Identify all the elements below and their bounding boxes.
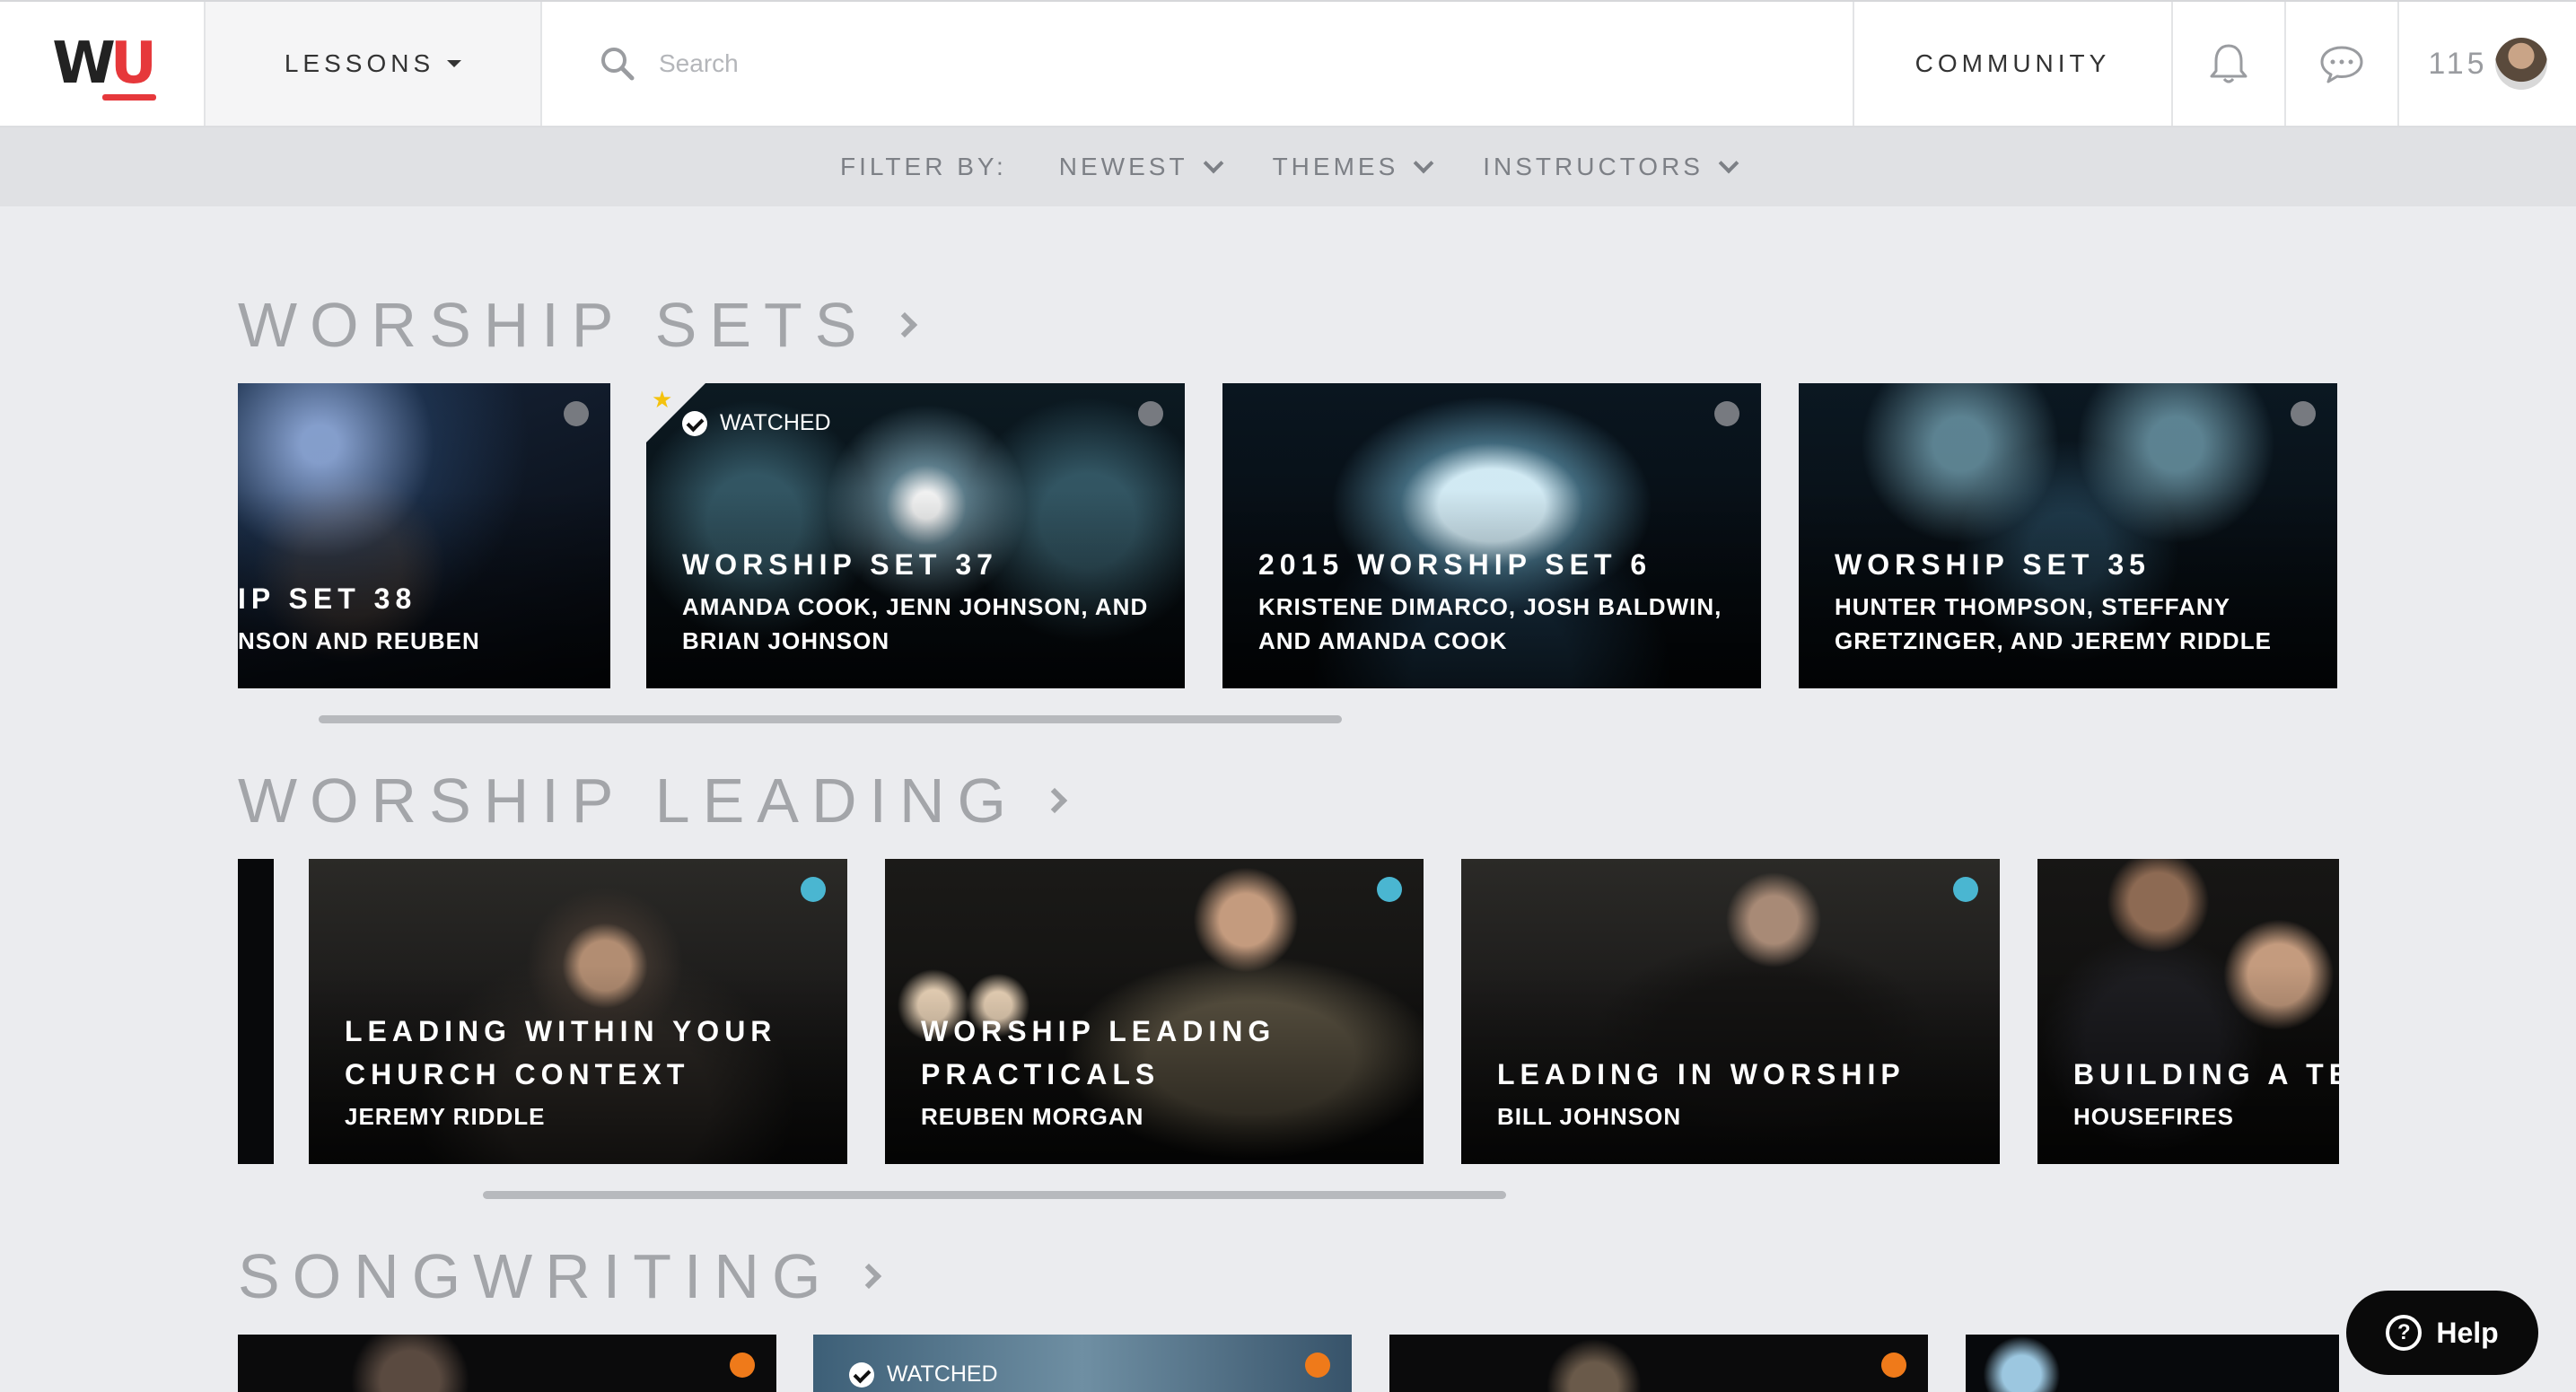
- lessons-label: LESSONS: [284, 49, 435, 77]
- card-subtitle: REUBEN MORGAN: [921, 1103, 1144, 1130]
- check-icon: [682, 410, 707, 436]
- top-nav: WU LESSONS COMMUNITY 115: [0, 0, 2576, 127]
- check-icon: [849, 1361, 874, 1388]
- card-thumbnail: [1389, 1335, 1928, 1392]
- progress-dot: [801, 877, 826, 902]
- lesson-card[interactable]: WORSHIP LEADING PRACTICALS REUBEN MORGAN: [885, 859, 1424, 1164]
- section-title-worship-leading[interactable]: WORSHIP LEADING: [238, 765, 1068, 836]
- search-bar: [542, 2, 1854, 126]
- filter-bar: FILTER BY: NEWEST THEMES INSTRUCTORS: [0, 127, 2576, 206]
- card-subtitle: HUNTER THOMPSON, STEFFANY GRETZINGER, AN…: [1835, 593, 2272, 654]
- lesson-card[interactable]: LEADING WITHIN YOUR CHURCH CONTEXT JEREM…: [309, 859, 847, 1164]
- help-label: Help: [2436, 1316, 2499, 1349]
- filter-themes-label: THEMES: [1272, 153, 1399, 180]
- progress-dot: [1953, 877, 1978, 902]
- community-link[interactable]: COMMUNITY: [1854, 2, 2173, 126]
- notifications-button[interactable]: [2173, 2, 2286, 126]
- section-title-worship-sets[interactable]: WORSHIP SETS: [238, 289, 918, 361]
- card-title: LEADING IN WORSHIP: [1497, 1058, 1906, 1090]
- card-subtitle: JEREMY RIDDLE: [345, 1103, 546, 1130]
- caret-down-icon: [447, 60, 462, 67]
- lesson-card[interactable]: WATCHED: [813, 1335, 1352, 1392]
- progress-dot: [1305, 1353, 1330, 1378]
- lesson-card[interactable]: [238, 1335, 776, 1392]
- card-subtitle: BILL JOHNSON: [1497, 1103, 1682, 1130]
- chat-bubble-icon: [2320, 46, 2363, 83]
- filter-newest-dropdown[interactable]: NEWEST: [1058, 153, 1223, 181]
- chevron-right-icon: [1041, 787, 1068, 814]
- card-title: 2015 WORSHIP SET 6: [1258, 548, 1652, 581]
- filter-instructors-dropdown[interactable]: INSTRUCTORS: [1483, 153, 1739, 181]
- search-icon[interactable]: [600, 46, 635, 82]
- bell-icon: [2210, 44, 2247, 83]
- filter-instructors-label: INSTRUCTORS: [1483, 153, 1704, 180]
- messages-button[interactable]: [2286, 2, 2399, 126]
- star-icon: ★: [652, 387, 673, 414]
- lesson-card[interactable]: WORSHIP SET 35 HUNTER THOMPSON, STEFFANY…: [1799, 383, 2337, 688]
- lesson-card[interactable]: LEADING IN WORSHIP BILL JOHNSON: [1461, 859, 2000, 1164]
- logo-link[interactable]: WU: [0, 2, 206, 126]
- chevron-down-icon: [1203, 153, 1223, 174]
- lesson-card[interactable]: 2015 WORSHIP SET 6 KRISTENE DIMARCO, JOS…: [1222, 383, 1761, 688]
- lesson-card[interactable]: IP SET 38 NSON AND REUBEN: [238, 383, 610, 688]
- filter-label: FILTER BY:: [840, 153, 1007, 180]
- card-title: BUILDING A TE: [2073, 1058, 2339, 1090]
- card-subtitle: KRISTENE DIMARCO, JOSH BALDWIN, AND AMAN…: [1258, 593, 1722, 654]
- card-thumbnail: [1966, 1335, 2339, 1392]
- logo-underline: [102, 94, 157, 101]
- progress-dot: [1377, 877, 1402, 902]
- logo-letter-w: W: [52, 31, 116, 97]
- worship-sets-scrollbar[interactable]: [319, 715, 1342, 723]
- watched-label: WATCHED: [887, 1361, 998, 1387]
- logo-letter-u: U: [110, 31, 157, 97]
- card-title: WORSHIP LEADING PRACTICALS: [921, 1015, 1276, 1090]
- progress-dot: [1714, 401, 1739, 426]
- lesson-card-partial[interactable]: [238, 859, 274, 1164]
- card-title: WORSHIP SET 37: [682, 548, 998, 581]
- filter-newest-label: NEWEST: [1058, 153, 1188, 180]
- watched-label: WATCHED: [720, 410, 831, 435]
- chevron-down-icon: [1718, 153, 1739, 174]
- lesson-card[interactable]: BUILDING A TE HOUSEFIRES: [2037, 859, 2339, 1164]
- card-title: LEADING WITHIN YOUR CHURCH CONTEXT: [345, 1015, 777, 1090]
- filter-themes-dropdown[interactable]: THEMES: [1272, 153, 1434, 181]
- points-count: 115: [2428, 46, 2488, 81]
- avatar: [2494, 38, 2547, 90]
- question-circle-icon: ?: [2386, 1315, 2423, 1351]
- card-thumbnail: [238, 859, 274, 1164]
- card-subtitle: NSON AND REUBEN: [238, 627, 480, 654]
- section-title-text: WORSHIP LEADING: [238, 766, 1019, 836]
- worship-leading-scrollbar[interactable]: [483, 1191, 1506, 1199]
- watched-badge: WATCHED: [682, 410, 831, 436]
- card-title: IP SET 38: [238, 582, 417, 615]
- card-subtitle: AMANDA COOK, JENN JOHNSON, AND BRIAN JOH…: [682, 593, 1149, 654]
- section-title-songwriting[interactable]: SONGWRITING: [238, 1240, 882, 1312]
- progress-dot: [1138, 401, 1163, 426]
- logo: WU: [52, 31, 157, 101]
- progress-dot: [564, 401, 589, 426]
- chevron-right-icon: [856, 1263, 882, 1290]
- chevron-down-icon: [1413, 153, 1434, 174]
- community-label: COMMUNITY: [1914, 49, 2111, 77]
- card-thumbnail: [238, 1335, 776, 1392]
- help-button[interactable]: ? Help: [2346, 1291, 2538, 1375]
- lesson-card[interactable]: ★ WATCHED WORSHIP SET 37 AMANDA COOK, JE…: [646, 383, 1185, 688]
- profile-menu[interactable]: 115: [2399, 2, 2576, 126]
- progress-dot: [2291, 401, 2316, 426]
- watched-badge: WATCHED: [849, 1361, 998, 1388]
- lesson-card[interactable]: [1966, 1335, 2339, 1392]
- search-input[interactable]: [659, 49, 1108, 78]
- chevron-right-icon: [892, 311, 918, 338]
- section-title-text: WORSHIP SETS: [238, 290, 870, 360]
- lessons-menu-button[interactable]: LESSONS: [206, 2, 542, 126]
- progress-dot: [730, 1353, 755, 1378]
- progress-dot: [1881, 1353, 1906, 1378]
- lesson-card[interactable]: [1389, 1335, 1928, 1392]
- card-subtitle: HOUSEFIRES: [2073, 1103, 2235, 1130]
- section-title-text: SONGWRITING: [238, 1241, 834, 1311]
- card-title: WORSHIP SET 35: [1835, 548, 2151, 581]
